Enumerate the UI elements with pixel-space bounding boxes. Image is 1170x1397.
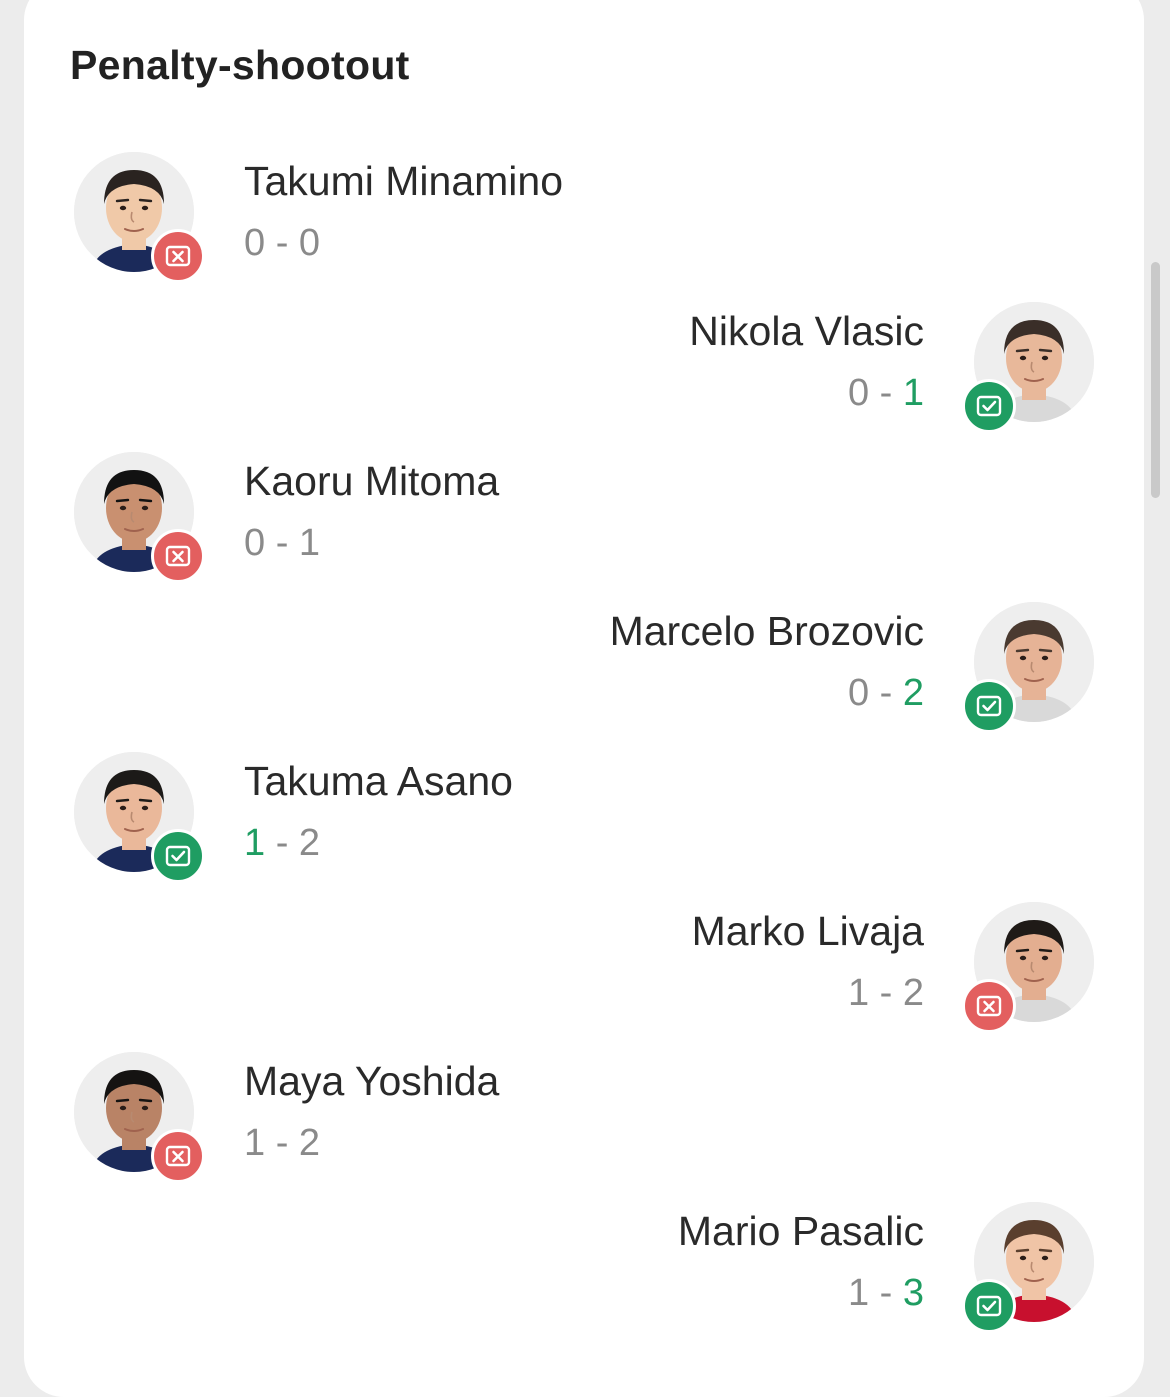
section-title: Penalty-shootout — [70, 42, 410, 88]
player-name[interactable]: Nikola Vlasic — [689, 308, 924, 355]
shootout-kick-row[interactable]: Takumi Minamino 0 - 0 — [0, 152, 1170, 302]
shootout-kick-row[interactable]: Takuma Asano 1 - 2 — [0, 752, 1170, 902]
running-score: 1 - 3 — [848, 1272, 924, 1315]
goal-missed-icon — [151, 229, 205, 283]
running-score: 1 - 2 — [848, 972, 924, 1015]
running-score: 0 - 1 — [848, 372, 924, 415]
shootout-kick-row[interactable]: Marcelo Brozovic 0 - 2 — [0, 602, 1170, 752]
away-score: 2 — [902, 672, 924, 714]
score-separator: - — [879, 972, 893, 1014]
away-score: 2 — [298, 822, 321, 864]
home-score: 1 — [847, 1272, 870, 1314]
away-score: 2 — [298, 1122, 321, 1164]
running-score: 0 - 1 — [244, 522, 320, 565]
running-score: 0 - 0 — [244, 222, 320, 265]
home-score: 0 — [244, 522, 266, 564]
shootout-kick-row[interactable]: Mario Pasalic 1 - 3 — [0, 1202, 1170, 1352]
shootout-kick-row[interactable]: Marko Livaja 1 - 2 — [0, 902, 1170, 1052]
player-name[interactable]: Marcelo Brozovic — [610, 608, 924, 655]
away-score: 2 — [902, 972, 924, 1014]
away-score: 0 — [298, 222, 321, 264]
goal-scored-icon — [151, 829, 205, 883]
home-score: 0 — [847, 672, 870, 714]
home-score: 0 — [847, 372, 870, 414]
home-score: 0 — [244, 222, 266, 264]
running-score: 1 - 2 — [244, 822, 320, 865]
player-name[interactable]: Marko Livaja — [692, 908, 924, 955]
player-name[interactable]: Takuma Asano — [244, 758, 513, 805]
shootout-kick-row[interactable]: Kaoru Mitoma 0 - 1 — [0, 452, 1170, 602]
score-separator: - — [879, 1272, 893, 1314]
player-name[interactable]: Kaoru Mitoma — [244, 458, 499, 505]
away-score: 1 — [298, 522, 321, 564]
score-separator: - — [879, 372, 893, 414]
player-name[interactable]: Maya Yoshida — [244, 1058, 499, 1105]
away-score: 3 — [902, 1272, 924, 1314]
shootout-kick-row[interactable]: Nikola Vlasic 0 - 1 — [0, 302, 1170, 452]
player-name[interactable]: Takumi Minamino — [244, 158, 563, 205]
goal-scored-icon — [962, 679, 1016, 733]
goal-missed-icon — [151, 1129, 205, 1183]
home-score: 1 — [847, 972, 870, 1014]
score-separator: - — [275, 1122, 289, 1164]
score-separator: - — [275, 222, 289, 264]
player-name[interactable]: Mario Pasalic — [678, 1208, 924, 1255]
running-score: 1 - 2 — [244, 1122, 320, 1165]
goal-scored-icon — [962, 379, 1016, 433]
home-score: 1 — [244, 822, 266, 864]
home-score: 1 — [244, 1122, 266, 1164]
score-separator: - — [275, 522, 289, 564]
goal-missed-icon — [151, 529, 205, 583]
score-separator: - — [275, 822, 289, 864]
shootout-kick-row[interactable]: Maya Yoshida 1 - 2 — [0, 1052, 1170, 1202]
away-score: 1 — [902, 372, 924, 414]
goal-missed-icon — [962, 979, 1016, 1033]
goal-scored-icon — [962, 1279, 1016, 1333]
score-separator: - — [879, 672, 893, 714]
running-score: 0 - 2 — [848, 672, 924, 715]
